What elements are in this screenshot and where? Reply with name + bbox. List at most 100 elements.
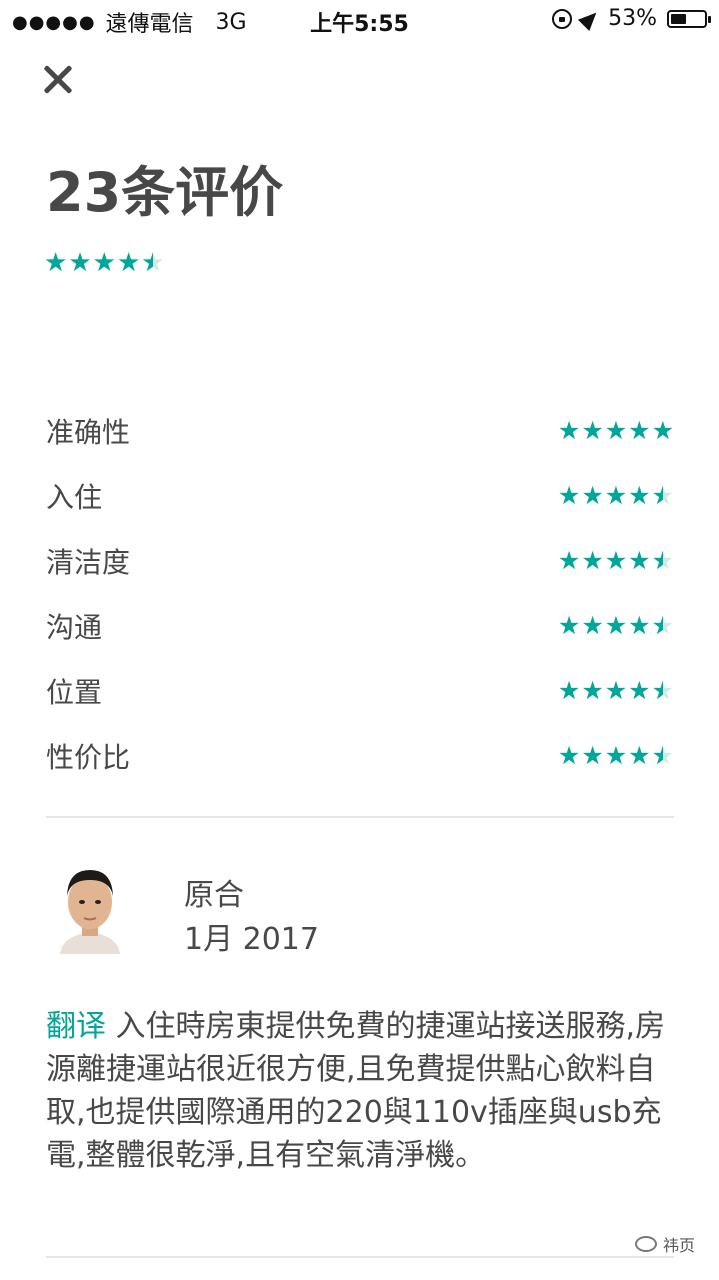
star-fill: ★: [68, 250, 92, 276]
star-icon: ★★: [92, 248, 116, 278]
star-icon: ★★: [557, 611, 581, 640]
rating-row-location: 位置 ★★★★★★★★★★: [46, 658, 674, 723]
star-fill: ★: [116, 250, 141, 276]
star-icon: ★★: [141, 248, 165, 278]
star-fill: ★: [604, 613, 628, 638]
star-icon: ★★: [628, 676, 651, 705]
star-icon: ★★: [557, 546, 581, 575]
star-fill: ★: [604, 743, 628, 768]
star-fill: ★: [628, 743, 651, 768]
rating-label: 清洁度: [46, 545, 131, 579]
star-fill: ★: [628, 678, 651, 703]
star-icon: ★★: [628, 481, 651, 510]
star-fill: ★: [628, 483, 651, 508]
star-icon: ★★: [581, 416, 604, 445]
rating-stars: ★★★★★★★★★★: [558, 743, 674, 768]
star-fill: ★: [628, 548, 651, 573]
star-fill: ★: [44, 250, 68, 276]
star-icon: ★★: [68, 248, 92, 278]
star-fill: ★: [652, 678, 663, 703]
star-fill: ★: [557, 483, 581, 508]
battery-fill: [671, 13, 687, 24]
review-date: 1月 2017: [184, 922, 319, 957]
star-icon: ★★: [604, 416, 628, 445]
star-fill: ★: [652, 483, 663, 508]
star-fill: ★: [652, 613, 663, 638]
star-icon: ★★: [604, 546, 628, 575]
translate-link[interactable]: 翻译: [46, 1009, 106, 1044]
star-icon: ★★: [604, 481, 628, 510]
status-bar: ●●●●● 遠傳電信 3G 上午5:55 53%: [0, 0, 719, 40]
star-fill: ★: [604, 418, 628, 443]
star-fill: ★: [581, 678, 604, 703]
wechat-icon: [634, 1236, 657, 1252]
star-icon: ★★: [651, 416, 674, 445]
rating-row-accuracy: 准确性 ★ ★ ★ ★ ★ ★ ★ ★ ★ ★: [46, 398, 674, 463]
rating-label: 位置: [46, 675, 103, 709]
star-icon: ★★: [604, 676, 628, 705]
avatar-image: [54, 862, 126, 954]
star-icon: ★★: [581, 481, 604, 510]
star-fill: ★: [652, 743, 663, 768]
star-fill: ★: [604, 483, 628, 508]
location-arrow-icon: [578, 6, 603, 31]
rating-label: 准确性: [46, 415, 131, 449]
rating-stars: ★★★★★★★★★★: [558, 613, 674, 638]
star-icon: ★★: [604, 741, 628, 770]
reviewer-avatar[interactable]: [54, 862, 126, 954]
star-icon: ★★: [581, 546, 604, 575]
star-fill: ★: [557, 613, 581, 638]
star-icon: ★★: [628, 416, 651, 445]
star-icon: ★★: [628, 611, 651, 640]
battery-percent: 53%: [608, 6, 657, 31]
rating-stars: ★★★★★★★★★★: [558, 418, 674, 443]
star-icon: ★★: [604, 611, 628, 640]
star-icon: ★★: [628, 741, 651, 770]
star-fill: ★: [581, 548, 604, 573]
rating-label: 入住: [46, 480, 103, 514]
watermark: 祎页: [634, 1232, 695, 1256]
star-icon: ★★: [651, 676, 674, 705]
rating-row-value: 性价比 ★★★★★★★★★★: [46, 723, 674, 788]
star-icon: ★★: [581, 741, 604, 770]
rating-stars: ★★★★★★★★★★: [558, 548, 674, 573]
star-fill: ★: [581, 613, 604, 638]
rating-label: 性价比: [46, 740, 131, 774]
rating-row-checkin: 入住 ★★★★★★★★★★: [46, 463, 674, 528]
star-fill: ★: [581, 418, 604, 443]
rating-label: 沟通: [46, 610, 103, 644]
star-icon: ★★: [557, 741, 581, 770]
star-icon: ★★: [628, 546, 651, 575]
star-icon: ★★: [116, 248, 141, 278]
battery-icon: [667, 9, 711, 28]
close-icon[interactable]: [38, 60, 78, 100]
star-icon: ★★: [557, 676, 581, 705]
star-fill: ★: [628, 418, 651, 443]
reviewer-name[interactable]: 原合: [184, 870, 244, 914]
status-right: 53%: [552, 6, 711, 31]
review-body: 入住時房東提供免費的捷運站接送服務,房源離捷運站很近很方便,且免費提供點心飲料自…: [46, 1009, 666, 1173]
watermark-label: 祎页: [662, 1236, 695, 1255]
star-icon: ★★: [581, 611, 604, 640]
star-fill: ★: [652, 548, 663, 573]
star-icon: ★★: [44, 248, 68, 278]
star-icon: ★★: [651, 741, 674, 770]
star-icon: ★★: [557, 416, 581, 445]
divider: [46, 1256, 674, 1258]
star-icon: ★★: [651, 611, 674, 640]
star-fill: ★: [141, 250, 153, 276]
star-icon: ★★: [557, 481, 581, 510]
star-icon: ★★: [651, 546, 674, 575]
star-icon: ★★: [651, 481, 674, 510]
rotation-lock-icon: [552, 8, 573, 29]
star-fill: ★: [604, 678, 628, 703]
star-fill: ★: [581, 483, 604, 508]
page-title: 23条评价: [46, 161, 284, 224]
rating-stars: ★★★★★★★★★★: [558, 483, 674, 508]
star-fill: ★: [557, 743, 581, 768]
star-fill: ★: [557, 418, 581, 443]
star-fill: ★: [651, 418, 674, 443]
star-fill: ★: [557, 548, 581, 573]
rating-row-cleanliness: 清洁度 ★★★★★★★★★★: [46, 528, 674, 593]
category-ratings: 准确性 ★★★★★★★★★★ 入住 ★★★★★★★★★★ 清洁度 ★★★★★★★…: [46, 398, 674, 788]
